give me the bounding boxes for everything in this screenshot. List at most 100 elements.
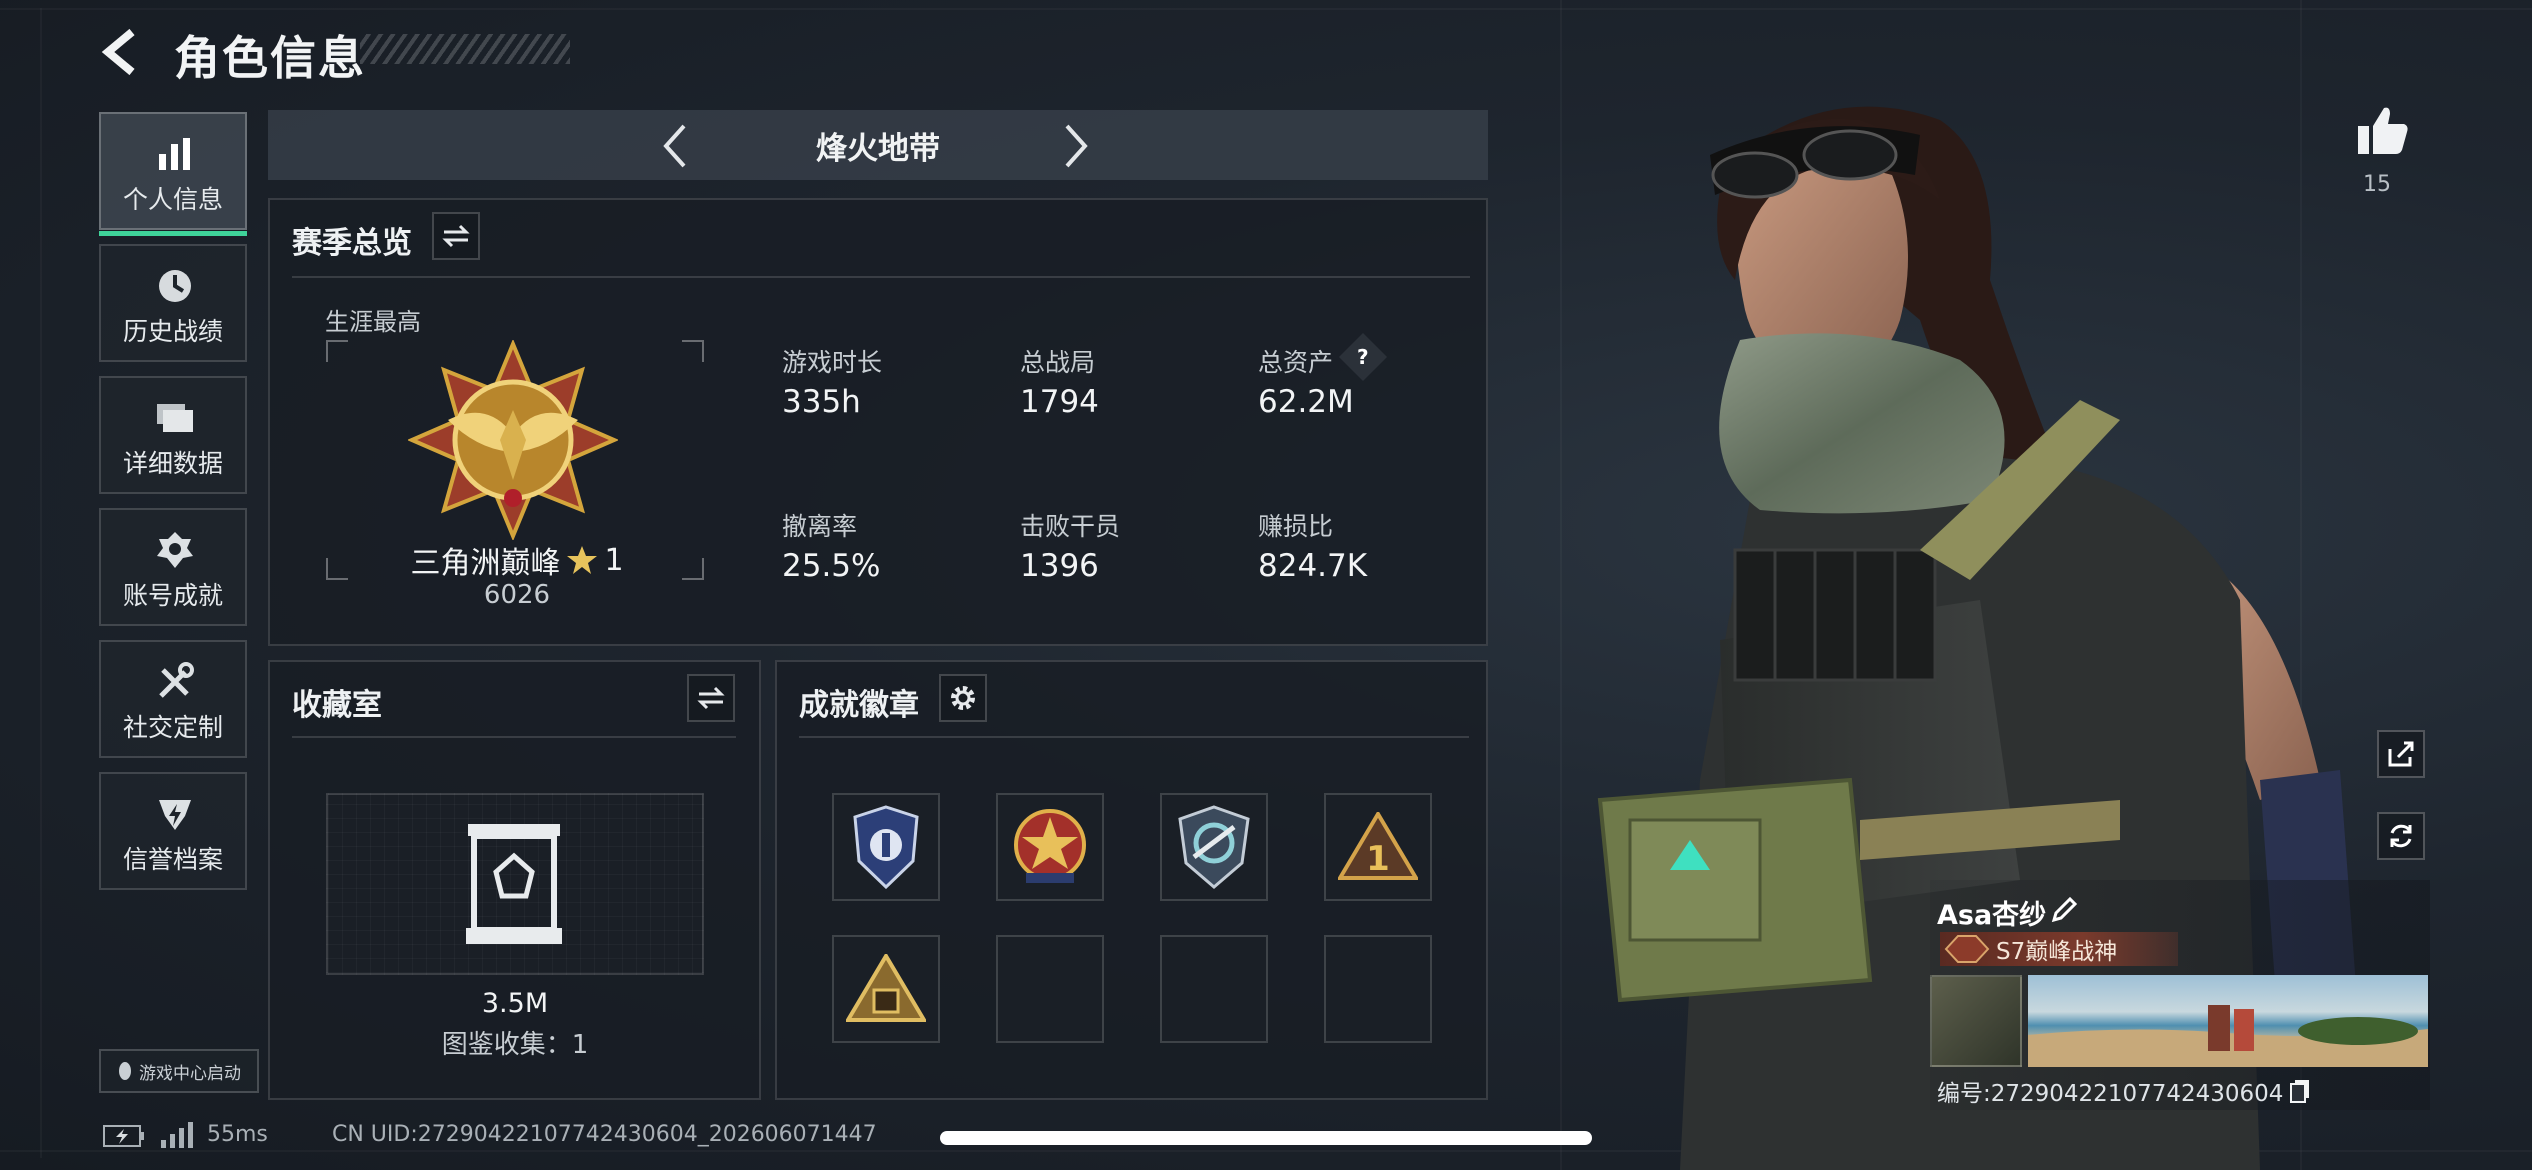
collection-title: 收藏室 bbox=[292, 688, 382, 723]
rank-score: 6026 bbox=[483, 580, 551, 610]
stat-value-operators-defeated: 1396 bbox=[1020, 548, 1099, 584]
rank-emblem-icon bbox=[408, 340, 618, 540]
stat-label-playtime: 游戏时长 bbox=[782, 348, 883, 377]
player-id: 编号:2729042210774243060​4 bbox=[1937, 1074, 2311, 1108]
back-arrow-icon[interactable] bbox=[98, 26, 150, 78]
badge-slot[interactable]: 1 bbox=[1324, 793, 1432, 901]
chevron-right-icon[interactable] bbox=[1063, 122, 1091, 170]
badge-slot[interactable] bbox=[832, 935, 940, 1043]
help-icon-label: ? bbox=[1357, 344, 1369, 369]
sidebar-item-social-custom[interactable]: 社交定制 bbox=[99, 640, 247, 758]
rank-name: 三角洲巅峰 bbox=[410, 546, 561, 581]
star-icon bbox=[567, 546, 598, 574]
badge-slot-empty[interactable] bbox=[1324, 935, 1432, 1043]
latency-indicator: 55ms bbox=[207, 1122, 268, 1147]
profile-banner[interactable] bbox=[2028, 975, 2428, 1067]
frame-corner bbox=[682, 340, 704, 362]
badge-slot[interactable] bbox=[996, 793, 1104, 901]
chevron-left-icon[interactable] bbox=[660, 122, 688, 170]
shield-icon bbox=[159, 800, 191, 830]
sidebar-item-label: 详细数据 bbox=[122, 449, 223, 478]
refresh-icon bbox=[2390, 824, 2412, 848]
share-icon bbox=[2388, 741, 2414, 767]
title-decoration bbox=[360, 34, 570, 64]
stat-value-profit-ratio: 824.7K bbox=[1258, 548, 1368, 584]
sidebar-item-label: 个人信息 bbox=[122, 185, 223, 214]
pyramid-badge-icon bbox=[846, 954, 926, 1022]
folder-icon bbox=[157, 404, 193, 432]
player-id-text: 编号:2729042210774243060​4 bbox=[1937, 1081, 2284, 1107]
stat-label-total-matches: 总战局 bbox=[1020, 348, 1096, 377]
stat-value-total-matches: 1794 bbox=[1020, 384, 1099, 420]
mode-selector: 烽火地带 bbox=[268, 110, 1488, 180]
triangle-one-badge-icon: 1 bbox=[1338, 812, 1418, 880]
stat-value-playtime: 335h bbox=[782, 384, 861, 420]
collection-catalog: 图鉴收集：1 bbox=[441, 1030, 589, 1060]
swap-icon bbox=[697, 686, 725, 710]
stat-label-extraction-rate: 撤离率 bbox=[782, 512, 858, 541]
thumbs-up-icon[interactable] bbox=[2356, 104, 2410, 156]
penguin-icon bbox=[119, 1062, 131, 1080]
likes-count: 15 bbox=[2363, 172, 2391, 197]
badges-settings-button[interactable] bbox=[939, 674, 987, 722]
sidebar-item-label: 社交定制 bbox=[122, 713, 223, 742]
stat-value-extraction-rate: 25.5% bbox=[782, 548, 881, 584]
sidebar-item-detail-data[interactable]: 详细数据 bbox=[99, 376, 247, 494]
stat-label-operators-defeated: 击败干员 bbox=[1020, 512, 1121, 541]
avatar[interactable] bbox=[1930, 975, 2022, 1067]
sidebar-item-personal-info[interactable]: 个人信息 bbox=[99, 112, 247, 236]
season-switch-button[interactable] bbox=[432, 212, 480, 260]
uid-text: CN UID:2729042210774243060​4_20260607144… bbox=[332, 1122, 877, 1147]
svg-text:1: 1 bbox=[1366, 839, 1390, 879]
badge-slot-empty[interactable] bbox=[996, 935, 1104, 1043]
sidebar-item-label: 信誉档案 bbox=[122, 845, 223, 874]
stat-label-total-assets: 总资产 bbox=[1258, 348, 1334, 377]
collection-value: 3.5M bbox=[481, 988, 549, 1019]
home-indicator[interactable] bbox=[940, 1131, 1592, 1145]
sidebar-item-credit-file[interactable]: 信誉档案 bbox=[99, 772, 247, 890]
rank-name-row: 三角洲巅峰 1 bbox=[402, 538, 632, 582]
signal-icon bbox=[161, 1122, 193, 1148]
title-badge-text: S7巅峰战神 bbox=[1996, 939, 2118, 965]
sidebar-item-account-achievements[interactable]: 账号成就 bbox=[99, 508, 247, 626]
sidebar-item-label: 历史战绩 bbox=[122, 317, 223, 346]
badge-slot-empty[interactable] bbox=[1160, 935, 1268, 1043]
season-overview-title: 赛季总览 bbox=[292, 226, 412, 261]
copy-icon[interactable] bbox=[2289, 1078, 2311, 1104]
achievement-icon bbox=[157, 532, 193, 568]
stat-label-profit-ratio: 赚损比 bbox=[1258, 512, 1334, 541]
divider bbox=[799, 736, 1469, 738]
refresh-button[interactable] bbox=[2377, 812, 2425, 860]
game-center-label: 游戏中心启动 bbox=[139, 1063, 241, 1084]
collection-switch-button[interactable] bbox=[687, 674, 735, 722]
share-button[interactable] bbox=[2377, 730, 2425, 778]
player-name: Asa杏纱 bbox=[1937, 900, 2047, 931]
display-case-icon bbox=[466, 824, 562, 944]
frame-corner bbox=[326, 558, 348, 580]
sidebar-item-label: 账号成就 bbox=[122, 581, 223, 610]
rank-stars: 1 bbox=[604, 542, 624, 578]
stat-value-total-assets: 62.2M bbox=[1258, 384, 1354, 420]
career-high-label: 生涯最高 bbox=[325, 308, 421, 336]
badge-slot[interactable] bbox=[1160, 793, 1268, 901]
title-badge-emblem-icon bbox=[1944, 935, 1990, 963]
mode-title: 烽火地带 bbox=[816, 130, 940, 167]
frame-corner bbox=[326, 340, 348, 362]
battery-icon bbox=[103, 1125, 144, 1147]
frame-corner bbox=[682, 558, 704, 580]
bar-chart-icon bbox=[159, 138, 190, 170]
divider bbox=[292, 736, 736, 738]
clock-icon bbox=[159, 270, 191, 302]
tools-icon bbox=[159, 662, 194, 698]
game-center-launch-button[interactable]: 游戏中心启动 bbox=[99, 1049, 259, 1093]
divider bbox=[292, 276, 1470, 278]
achievement-badges-title: 成就徽章 bbox=[799, 688, 919, 723]
page-title: 角色信息 bbox=[174, 31, 366, 85]
swap-icon bbox=[442, 224, 470, 248]
gear-icon bbox=[951, 686, 975, 710]
badge-slot[interactable] bbox=[832, 793, 940, 901]
star-medal-icon bbox=[1014, 809, 1086, 883]
edit-icon[interactable] bbox=[2050, 896, 2078, 924]
sidebar-item-history[interactable]: 历史战绩 bbox=[99, 244, 247, 362]
shield-badge-icon bbox=[853, 805, 919, 889]
